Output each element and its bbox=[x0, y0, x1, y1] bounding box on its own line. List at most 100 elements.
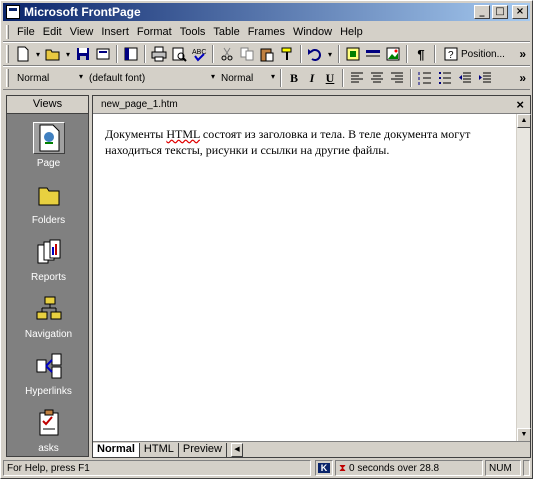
view-hyperlinks-label: Hyperlinks bbox=[25, 386, 72, 397]
toolbar-grip[interactable] bbox=[6, 69, 9, 87]
svg-text:?: ? bbox=[448, 50, 454, 61]
menu-view[interactable]: View bbox=[66, 26, 98, 38]
tab-preview[interactable]: Preview bbox=[179, 442, 227, 457]
paste-icon[interactable] bbox=[258, 45, 276, 63]
folder-icon bbox=[33, 179, 65, 211]
chevron-down-icon: ▾ bbox=[270, 72, 275, 81]
insert-picture-icon[interactable] bbox=[384, 45, 402, 63]
position-label: Position... bbox=[461, 48, 505, 60]
cut-icon[interactable] bbox=[218, 45, 236, 63]
menu-table[interactable]: Table bbox=[209, 26, 243, 38]
insert-component-icon[interactable] bbox=[344, 45, 362, 63]
menu-bar: File Edit View Insert Format Tools Table… bbox=[3, 22, 530, 42]
bold-button[interactable]: B bbox=[285, 71, 303, 86]
toolbar-separator bbox=[116, 45, 118, 63]
show-all-pilcrow-icon[interactable]: ¶ bbox=[412, 45, 430, 63]
view-page[interactable]: Page bbox=[7, 122, 90, 169]
folder-list-icon[interactable] bbox=[122, 45, 140, 63]
view-navigation-label: Navigation bbox=[24, 329, 73, 340]
font-value: (default font) bbox=[89, 72, 146, 84]
chevron-down-icon[interactable]: ▾ bbox=[326, 45, 334, 63]
publish-icon[interactable] bbox=[94, 45, 112, 63]
spelling-icon[interactable]: ABC bbox=[190, 45, 208, 63]
status-k-indicator: K bbox=[315, 460, 333, 476]
toolbar-grip[interactable] bbox=[6, 45, 9, 63]
view-reports-label: Reports bbox=[30, 272, 66, 283]
scroll-up-button[interactable]: ▲ bbox=[517, 114, 531, 128]
open-folder-icon[interactable] bbox=[44, 45, 62, 63]
save-icon[interactable] bbox=[74, 45, 92, 63]
tab-html[interactable]: HTML bbox=[140, 442, 179, 457]
status-k-label: K bbox=[317, 463, 331, 473]
position-button[interactable]: ? Position... bbox=[441, 45, 505, 63]
new-page-icon[interactable] bbox=[14, 45, 32, 63]
menu-tools[interactable]: Tools bbox=[176, 26, 210, 38]
preview-icon[interactable] bbox=[170, 45, 188, 63]
format-painter-icon[interactable] bbox=[278, 45, 296, 63]
menu-edit[interactable]: Edit bbox=[39, 26, 66, 38]
font-combo[interactable]: (default font) ▾ bbox=[85, 69, 217, 87]
help-icon: ? bbox=[442, 45, 460, 63]
align-center-icon[interactable] bbox=[368, 69, 386, 87]
insert-table-icon[interactable] bbox=[364, 45, 382, 63]
view-hyperlinks[interactable]: Hyperlinks bbox=[7, 350, 90, 397]
views-header: Views bbox=[7, 96, 88, 114]
page-editor[interactable]: Документы HTML состоят из заголовка и те… bbox=[93, 114, 516, 438]
toolbar-separator bbox=[406, 45, 408, 63]
numbered-list-icon[interactable] bbox=[416, 69, 434, 87]
font-size-value: Normal bbox=[221, 72, 254, 84]
status-help-label: For Help, press F1 bbox=[7, 462, 90, 474]
spelling-error-word: HTML bbox=[166, 127, 200, 141]
status-help-text: For Help, press F1 bbox=[3, 460, 311, 476]
scroll-down-button[interactable]: ▼ bbox=[517, 428, 531, 442]
toolbar-overflow-chevron[interactable]: » bbox=[519, 47, 526, 61]
chevron-down-icon: ▾ bbox=[210, 72, 215, 81]
toolbar-separator bbox=[338, 45, 340, 63]
document-tab[interactable]: new_page_1.htm × bbox=[93, 96, 530, 114]
menu-file[interactable]: File bbox=[13, 26, 39, 38]
toolbar-separator bbox=[300, 45, 302, 63]
view-navigation[interactable]: Navigation bbox=[7, 293, 90, 340]
standard-toolbar: ▾ ▾ ABC ▾ ¶ ? Position... » bbox=[3, 42, 530, 66]
bullet-list-icon[interactable] bbox=[436, 69, 454, 87]
view-tasks-label: asks bbox=[38, 443, 59, 454]
menubar-grip[interactable] bbox=[6, 24, 9, 39]
copy-icon[interactable] bbox=[238, 45, 256, 63]
menu-help[interactable]: Help bbox=[336, 26, 367, 38]
reports-icon bbox=[33, 236, 65, 268]
view-tasks[interactable]: asks bbox=[7, 407, 90, 454]
view-reports[interactable]: Reports bbox=[7, 236, 90, 283]
page-view-icon bbox=[32, 122, 65, 154]
chevron-down-icon: ▾ bbox=[78, 72, 83, 81]
style-value: Normal bbox=[17, 72, 50, 84]
view-folders[interactable]: Folders bbox=[7, 179, 90, 226]
chevron-down-icon[interactable]: ▾ bbox=[34, 45, 42, 63]
italic-button[interactable]: I bbox=[303, 71, 321, 86]
status-bar: For Help, press F1 K ⧗ 0 seconds over 28… bbox=[3, 459, 530, 477]
chevron-down-icon[interactable]: ▾ bbox=[64, 45, 72, 63]
align-right-icon[interactable] bbox=[388, 69, 406, 87]
increase-indent-icon[interactable] bbox=[476, 69, 494, 87]
menu-insert[interactable]: Insert bbox=[97, 26, 133, 38]
decrease-indent-icon[interactable] bbox=[456, 69, 474, 87]
formatting-overflow-chevron[interactable]: » bbox=[519, 71, 526, 85]
menu-format[interactable]: Format bbox=[133, 26, 176, 38]
scroll-left-button[interactable]: ◀ bbox=[230, 442, 243, 457]
frontpage-app-icon[interactable] bbox=[6, 5, 20, 19]
font-size-combo[interactable]: Normal ▾ bbox=[217, 69, 277, 87]
align-left-icon[interactable] bbox=[348, 69, 366, 87]
undo-icon[interactable] bbox=[306, 45, 324, 63]
tab-normal[interactable]: Normal bbox=[93, 442, 140, 457]
close-document-button[interactable]: × bbox=[516, 97, 524, 112]
frontpage-window: Microsoft FrontPage _ □ × File Edit View… bbox=[0, 0, 533, 479]
menu-window[interactable]: Window bbox=[289, 26, 336, 38]
menu-frames[interactable]: Frames bbox=[244, 26, 289, 38]
maximize-button[interactable]: □ bbox=[492, 5, 508, 19]
underline-button[interactable]: U bbox=[321, 71, 339, 86]
vertical-scrollbar[interactable]: ▲ ▼ bbox=[516, 114, 531, 442]
minimize-button[interactable]: _ bbox=[474, 5, 490, 19]
print-icon[interactable] bbox=[150, 45, 168, 63]
close-button[interactable]: × bbox=[512, 5, 528, 19]
toolbar-separator bbox=[434, 45, 436, 63]
style-combo[interactable]: Normal ▾ bbox=[13, 69, 85, 87]
